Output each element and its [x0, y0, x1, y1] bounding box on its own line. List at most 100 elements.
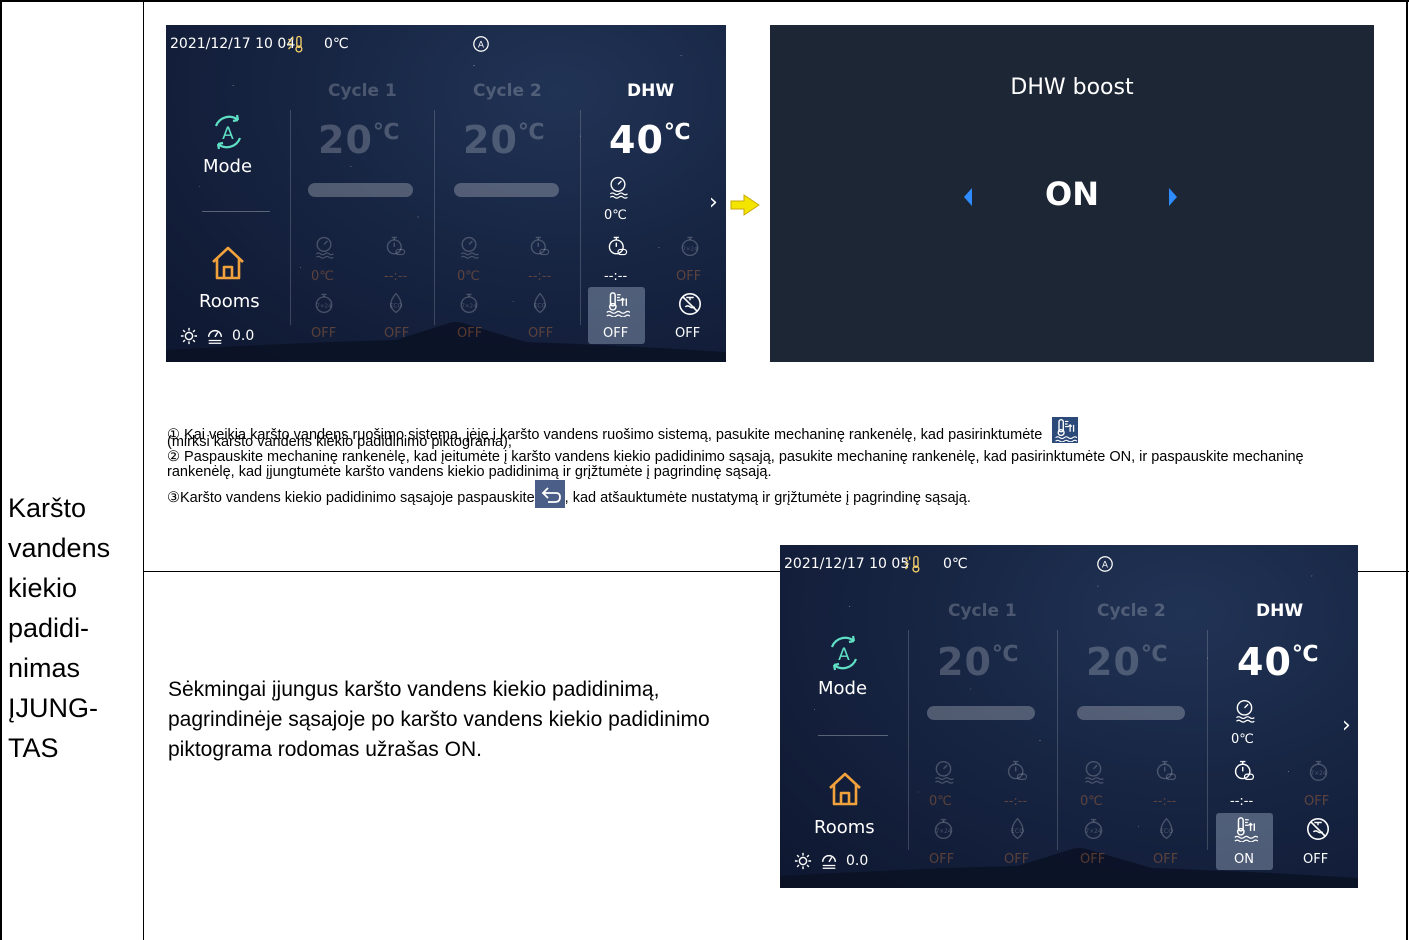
dhw-timer-icon[interactable] — [606, 234, 630, 258]
outdoor-temp-icon — [903, 554, 923, 574]
cycle1-temp: 20℃ — [937, 640, 1020, 684]
column-divider — [1207, 630, 1208, 850]
cycle2-eco-status: OFF — [528, 326, 554, 341]
dhw-sensor-temp: 0℃ — [1231, 732, 1254, 747]
cycle2-eco-icon — [528, 291, 552, 315]
cycle1-temp-small: 0℃ — [311, 269, 334, 284]
disinfect-icon[interactable] — [1305, 816, 1331, 842]
dhw-boost-icon[interactable] — [604, 291, 630, 317]
cycle2-week-icon — [1081, 816, 1106, 841]
boost-value[interactable]: ON — [770, 175, 1374, 213]
mode-label[interactable]: Mode — [203, 156, 252, 177]
disinfect-status: OFF — [1303, 852, 1329, 867]
cycle1-temp-small: 0℃ — [929, 794, 952, 809]
rooms-label[interactable]: Rooms — [199, 291, 260, 312]
mode-icon[interactable] — [824, 633, 864, 673]
step2-text: ② Paspauskite mechaninę rankenėlę, kad į… — [167, 449, 1304, 480]
dhw-timer: --:-- — [604, 269, 628, 284]
auto-mode-indicator-icon — [472, 35, 490, 53]
pressure-icon — [206, 327, 224, 345]
column-divider — [434, 110, 435, 325]
cycle2-week-icon — [457, 291, 481, 315]
dhw-week-icon — [678, 234, 702, 258]
success-description: Sėkmingai įjungus karšto vandens kiekio … — [168, 678, 710, 761]
section-label-line: kiekio — [8, 573, 78, 603]
column-divider — [908, 630, 909, 850]
dhw-boost-screen: DHW boost ON — [770, 25, 1374, 362]
dhw-week-status: OFF — [676, 269, 702, 284]
section-label: Karšto vandens kiekio padidi- nimas ĮJUN… — [8, 488, 143, 768]
dhw-boost-status: OFF — [603, 326, 629, 341]
column-divider — [1057, 630, 1058, 850]
step3-text-a: ③Karšto vandens kiekio padidinimo sąsajo… — [167, 490, 535, 506]
main-screen-before: 2021/12/17 10 04 0℃ Cycle 1 Cycle 2 DHW … — [166, 25, 726, 362]
cycle1-eco-icon — [384, 291, 408, 315]
cycle2-title[interactable]: Cycle 2 — [1097, 601, 1166, 621]
settings-icon[interactable] — [794, 852, 812, 870]
cycle1-gauge-icon — [931, 759, 956, 784]
pressure-value: 0.0 — [232, 328, 255, 344]
cycle2-temp: 20℃ — [1086, 640, 1169, 684]
main-screen-after: 2021/12/17 10 05 0℃ Cycle 1 Cycle 2 DHW … — [780, 545, 1358, 888]
cycle2-level-bar — [1077, 706, 1185, 720]
dhw-temp: 40℃ — [1237, 640, 1320, 684]
section-label-line: Karšto — [8, 493, 87, 523]
dhw-title[interactable]: DHW — [1256, 601, 1303, 621]
disinfect-icon[interactable] — [677, 291, 703, 317]
dhw-boost-status: ON — [1234, 852, 1254, 867]
rooms-home-icon[interactable] — [825, 769, 865, 809]
cycle1-timer: --:-- — [384, 269, 408, 284]
table-border-top — [0, 0, 1409, 2]
mode-label[interactable]: Mode — [818, 678, 867, 699]
step3-text-b: , kad atšauktumėte nustatymą ir grįžtumė… — [564, 490, 971, 506]
dhw-temp: 40℃ — [609, 118, 692, 162]
cycle1-level-bar — [308, 183, 413, 197]
cycle2-timer: --:-- — [1153, 794, 1177, 809]
dhw-timer: --:-- — [1230, 794, 1254, 809]
section-label-line: nimas — [8, 653, 81, 683]
datetime: 2021/12/17 10 04 — [170, 36, 296, 52]
cycle1-title[interactable]: Cycle 1 — [948, 601, 1017, 621]
dhw-sensor-gauge-icon — [1232, 698, 1257, 723]
cycle2-timer-icon — [1154, 758, 1179, 783]
table-column-divider — [143, 0, 144, 940]
cycle2-timer-icon — [528, 234, 552, 258]
next-page-chevron-icon[interactable]: › — [709, 190, 718, 215]
next-page-chevron-icon[interactable]: › — [1342, 713, 1351, 738]
mode-icon[interactable] — [208, 112, 248, 152]
cycle1-week-icon — [931, 816, 956, 841]
cycle2-eco-status: OFF — [1153, 852, 1179, 867]
cycle1-week-status: OFF — [929, 852, 955, 867]
cycle1-title[interactable]: Cycle 1 — [328, 81, 397, 101]
cycle1-timer-icon — [384, 234, 408, 258]
right-arrow-icon[interactable] — [1168, 187, 1178, 207]
outdoor-temp: 0℃ — [943, 556, 968, 572]
table-border-right — [1406, 0, 1408, 940]
section-label-line: TAS — [8, 733, 59, 763]
pressure-value: 0.0 — [846, 853, 869, 869]
rooms-home-icon[interactable] — [208, 243, 248, 283]
cycle2-gauge-icon — [457, 235, 481, 259]
section-label-line: padidi- — [8, 613, 90, 643]
back-icon — [534, 480, 565, 508]
cycle1-eco-status: OFF — [384, 326, 410, 341]
cycle1-week-status: OFF — [311, 326, 337, 341]
auto-mode-indicator-icon — [1096, 555, 1114, 573]
cycle2-level-bar — [454, 183, 559, 197]
dhw-timer-icon[interactable] — [1232, 758, 1257, 783]
rooms-label[interactable]: Rooms — [814, 817, 875, 838]
settings-icon[interactable] — [180, 327, 198, 345]
dhw-title[interactable]: DHW — [627, 81, 674, 101]
yellow-arrow-icon — [730, 194, 760, 216]
cycle2-temp: 20℃ — [463, 118, 546, 162]
cycle2-title[interactable]: Cycle 2 — [473, 81, 542, 101]
outdoor-temp-icon — [286, 34, 306, 54]
cycle2-temp-small: 0℃ — [457, 269, 480, 284]
dhw-week-status: OFF — [1304, 794, 1330, 809]
dhw-sensor-temp: 0℃ — [604, 208, 627, 223]
boost-title: DHW boost — [1010, 75, 1134, 100]
pressure-icon — [820, 852, 838, 870]
disinfect-status: OFF — [675, 326, 701, 341]
dhw-boost-icon[interactable] — [1232, 816, 1258, 842]
dhw-sensor-gauge-icon — [606, 175, 630, 199]
